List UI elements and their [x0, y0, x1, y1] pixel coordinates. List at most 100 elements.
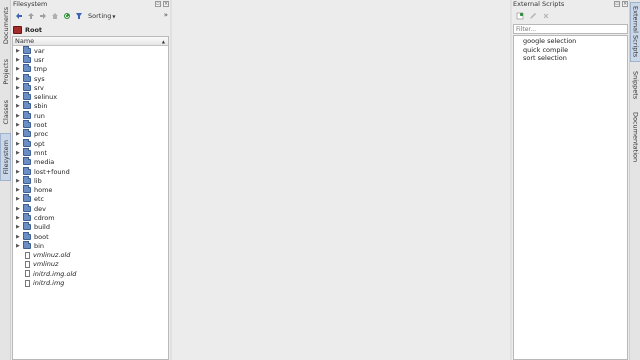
expand-arrow-icon[interactable]: ▶ — [16, 169, 21, 175]
external-scripts-header: External Scripts ▫ × — [512, 0, 629, 9]
script-item-google-selection[interactable]: google selection — [514, 37, 627, 46]
sorting-label: Sorting — [88, 12, 112, 20]
name-column-header[interactable]: Name ▲ — [13, 37, 168, 46]
script-item-sort-selection[interactable]: sort selection — [514, 54, 627, 63]
root-location[interactable]: Root — [12, 24, 170, 35]
tree-row-folder[interactable]: ▶ opt — [13, 138, 168, 148]
folder-icon — [23, 73, 31, 82]
editor-area[interactable] — [172, 0, 510, 360]
tree-row-folder[interactable]: ▶ sbin — [13, 101, 168, 111]
tree-row-folder[interactable]: ▶ dev — [13, 203, 168, 213]
tree-row-file[interactable]: initrd.img — [13, 278, 168, 287]
tree-item-label: cdrom — [34, 213, 55, 222]
tree-row-folder[interactable]: ▶ selinux — [13, 92, 168, 101]
tree-item-label: var — [34, 46, 45, 55]
refresh-button[interactable] — [62, 12, 71, 21]
delete-script-button[interactable] — [541, 11, 550, 20]
tab-filesystem-label: Filesystem — [1, 139, 10, 175]
expand-arrow-icon[interactable]: ▶ — [16, 48, 21, 54]
tab-snippets[interactable]: Snippets — [630, 65, 640, 105]
tree-item-label: etc — [34, 195, 45, 204]
folder-icon — [23, 157, 31, 166]
expand-arrow-icon[interactable]: ▶ — [16, 243, 21, 249]
tab-documentation-label: Documentation — [631, 111, 640, 163]
file-icon — [25, 260, 30, 268]
file-tree[interactable]: Name ▲ ▶ var ▶ usr ▶ tmp ▶ sys ▶ srv ▶ selinux ▶ sbin… — [12, 36, 169, 360]
tree-row-file[interactable]: initrd.img.old — [13, 269, 168, 278]
tree-row-folder[interactable]: ▶ media — [13, 157, 168, 167]
filesystem-panel-header: Filesystem ▫ × — [12, 0, 170, 9]
close-panel-button[interactable]: × — [163, 1, 169, 7]
tree-row-folder[interactable]: ▶ lib — [13, 175, 168, 185]
float-panel-button[interactable]: ▫ — [155, 1, 161, 7]
filter-button[interactable] — [74, 12, 83, 21]
tab-filesystem[interactable]: Filesystem — [0, 133, 11, 181]
tree-row-folder[interactable]: ▶ home — [13, 185, 168, 194]
close-panel-button[interactable]: × — [622, 1, 628, 7]
tree-row-folder[interactable]: ▶ proc — [13, 129, 168, 139]
filter-input[interactable] — [513, 24, 628, 34]
expand-arrow-icon[interactable]: ▶ — [16, 76, 21, 82]
sorting-dropdown[interactable]: Sorting ▼ — [88, 12, 115, 20]
home-button[interactable] — [50, 12, 59, 21]
expand-arrow-icon[interactable]: ▶ — [16, 159, 21, 165]
expand-arrow-icon[interactable]: ▶ — [16, 122, 21, 128]
expand-arrow-icon[interactable]: ▶ — [16, 150, 21, 156]
tab-classes[interactable]: Classes — [0, 94, 11, 130]
tree-row-folder[interactable]: ▶ mnt — [13, 147, 168, 157]
expand-arrow-icon[interactable]: ▶ — [16, 178, 21, 184]
tree-row-folder[interactable]: ▶ lost+found — [13, 166, 168, 176]
tree-item-label: initrd.img — [33, 279, 65, 288]
tree-item-label: initrd.img.old — [33, 269, 77, 278]
expand-arrow-icon[interactable]: ▶ — [16, 206, 21, 212]
expand-arrow-icon[interactable]: ▶ — [16, 94, 21, 100]
tree-row-folder[interactable]: ▶ root — [13, 120, 168, 129]
expand-arrow-icon[interactable]: ▶ — [16, 187, 21, 193]
tree-row-file[interactable]: vmlinuz.old — [13, 251, 168, 260]
tree-row-folder[interactable]: ▶ run — [13, 110, 168, 120]
expand-arrow-icon[interactable]: ▶ — [16, 196, 21, 202]
folder-icon — [23, 110, 31, 119]
tree-row-folder[interactable]: ▶ boot — [13, 231, 168, 241]
go-forward-button[interactable] — [38, 12, 47, 21]
tab-documents[interactable]: Documents — [0, 2, 11, 50]
tree-row-folder[interactable]: ▶ usr — [13, 54, 168, 64]
expand-arrow-icon[interactable]: ▶ — [16, 113, 21, 119]
name-column-label: Name — [15, 37, 35, 45]
expand-arrow-icon[interactable]: ▶ — [16, 57, 21, 63]
tree-row-file[interactable]: vmlinuz — [13, 260, 168, 269]
folder-icon — [23, 120, 31, 129]
tab-projects[interactable]: Projects — [0, 53, 11, 91]
tree-row-folder[interactable]: ▶ bin — [13, 240, 168, 250]
tree-row-folder[interactable]: ▶ cdrom — [13, 212, 168, 222]
edit-script-button[interactable] — [528, 11, 537, 20]
expand-arrow-icon[interactable]: ▶ — [16, 234, 21, 240]
expand-arrow-icon[interactable]: ▶ — [16, 224, 21, 230]
tree-row-folder[interactable]: ▶ srv — [13, 82, 168, 92]
tab-external-scripts[interactable]: External Scripts — [630, 2, 640, 62]
right-tab-strip: External Scripts Snippets Documentation — [629, 0, 640, 360]
go-back-button[interactable] — [14, 12, 23, 21]
left-tab-strip: Documents Projects Classes Filesystem — [0, 0, 11, 360]
add-script-icon — [516, 12, 523, 19]
tab-documentation[interactable]: Documentation — [630, 108, 640, 166]
tree-row-folder[interactable]: ▶ sys — [13, 73, 168, 83]
folder-icon — [23, 64, 31, 73]
expand-arrow-icon[interactable]: ▶ — [16, 66, 21, 72]
expand-arrow-icon[interactable]: ▶ — [16, 215, 21, 221]
folder-icon — [23, 92, 31, 101]
tree-row-folder[interactable]: ▶ etc — [13, 194, 168, 204]
expand-arrow-icon[interactable]: ▶ — [16, 131, 21, 137]
script-item-quick-compile[interactable]: quick compile — [514, 46, 627, 55]
toolbar-overflow-button[interactable]: » — [164, 11, 168, 19]
expand-arrow-icon[interactable]: ▶ — [16, 103, 21, 109]
tree-row-folder[interactable]: ▶ tmp — [13, 64, 168, 74]
float-panel-button[interactable]: ▫ — [614, 1, 620, 7]
tree-row-folder[interactable]: ▶ var — [13, 45, 168, 55]
tree-row-folder[interactable]: ▶ build — [13, 222, 168, 232]
expand-arrow-icon[interactable]: ▶ — [16, 141, 21, 147]
go-up-button[interactable] — [26, 12, 35, 21]
add-script-button[interactable] — [515, 11, 524, 20]
tab-classes-label: Classes — [1, 99, 10, 125]
expand-arrow-icon[interactable]: ▶ — [16, 85, 21, 91]
